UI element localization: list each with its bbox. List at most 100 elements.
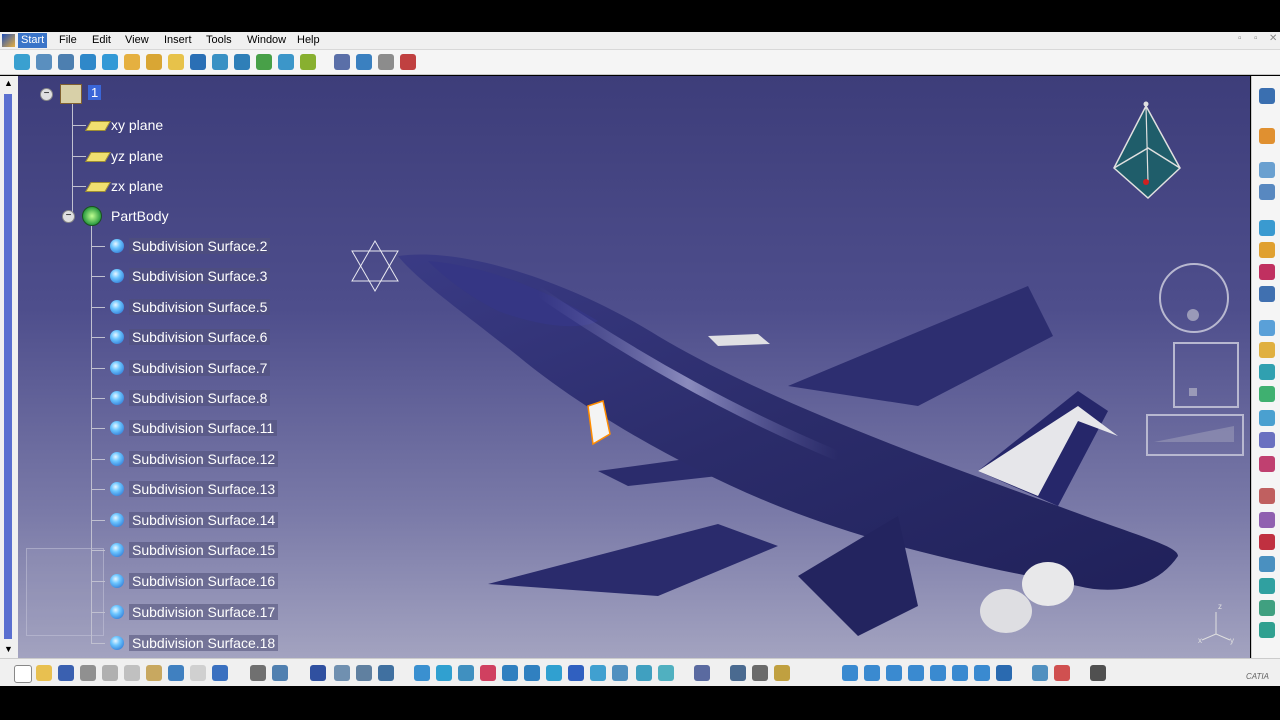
menu-edit[interactable]: Edit: [92, 34, 111, 46]
zoom-in-icon[interactable]: [502, 665, 518, 681]
zoom-widget-icon[interactable]: [1146, 414, 1244, 456]
pan-icon[interactable]: [458, 665, 474, 681]
collapse-root-icon[interactable]: −: [40, 88, 53, 101]
redo-icon[interactable]: [190, 665, 206, 681]
tree-item-surface[interactable]: Subdivision Surface.16: [129, 571, 279, 591]
scroll-down-icon[interactable]: ▼: [4, 644, 13, 654]
curve-icon[interactable]: [1259, 220, 1275, 236]
box-icon[interactable]: [36, 54, 52, 70]
open-file-icon[interactable]: [36, 665, 52, 681]
view-bottom-icon[interactable]: [952, 665, 968, 681]
tree-item-surface[interactable]: Subdivision Surface.14: [129, 510, 279, 530]
view-custom-icon[interactable]: [996, 665, 1012, 681]
formula-icon[interactable]: [250, 665, 266, 681]
menu-tools[interactable]: Tools: [206, 34, 232, 46]
face-icon[interactable]: [124, 54, 140, 70]
tree-item-surface[interactable]: Subdivision Surface.17: [129, 602, 279, 622]
vertex-icon[interactable]: [168, 54, 184, 70]
menu-window[interactable]: Window: [247, 34, 286, 46]
rotate-icon[interactable]: [480, 665, 496, 681]
analysis-icon[interactable]: [334, 54, 350, 70]
gear-tool-icon[interactable]: [1259, 488, 1275, 504]
texture-icon[interactable]: [1259, 556, 1275, 572]
paint-icon[interactable]: [1259, 456, 1275, 472]
cut-icon[interactable]: [102, 665, 118, 681]
paste-icon[interactable]: [146, 665, 162, 681]
fly-mode-icon[interactable]: [414, 665, 430, 681]
3d-viewport[interactable]: z x y − 1 xy plane yz plane zx plane − P…: [18, 76, 1250, 658]
stripes-icon[interactable]: [378, 54, 394, 70]
extrude-icon[interactable]: [256, 54, 272, 70]
tree-item-surface[interactable]: Subdivision Surface.13: [129, 479, 279, 499]
swap-space-icon[interactable]: [658, 665, 674, 681]
copy-icon[interactable]: [124, 665, 140, 681]
view-front-icon[interactable]: [842, 665, 858, 681]
highlight-icon[interactable]: [400, 54, 416, 70]
measure-between-icon[interactable]: [694, 665, 710, 681]
compass-tool-icon[interactable]: [1054, 665, 1070, 681]
view-top-icon[interactable]: [930, 665, 946, 681]
crease-icon[interactable]: [300, 54, 316, 70]
select-icon[interactable]: [1259, 88, 1275, 104]
menu-file[interactable]: File: [59, 34, 77, 46]
graph-icon[interactable]: [1259, 432, 1275, 448]
capture-icon[interactable]: [1090, 665, 1106, 681]
edge-icon[interactable]: [146, 54, 162, 70]
menu-insert[interactable]: Insert: [164, 34, 192, 46]
tree-item-partbody[interactable]: PartBody: [108, 206, 172, 226]
plane-tool-icon[interactable]: [1259, 162, 1275, 178]
axis-tool-icon[interactable]: [1259, 184, 1275, 200]
save-icon[interactable]: [58, 665, 74, 681]
light-icon[interactable]: [1259, 320, 1275, 336]
sketch-icon[interactable]: [14, 54, 30, 70]
fit-all-icon[interactable]: [436, 665, 452, 681]
view-iso-icon[interactable]: [974, 665, 990, 681]
view-back-icon[interactable]: [864, 665, 880, 681]
restore-button[interactable]: ▫: [1254, 33, 1258, 44]
tree-item-zx-plane[interactable]: zx plane: [108, 176, 166, 196]
scroll-up-icon[interactable]: ▲: [4, 78, 13, 88]
surface-tool-icon[interactable]: [1259, 386, 1275, 402]
scroll-thumb[interactable]: [4, 94, 12, 639]
help-icon[interactable]: [212, 665, 228, 681]
lock-icon[interactable]: [774, 665, 790, 681]
pointer-icon[interactable]: [1259, 128, 1275, 144]
collapse-partbody-icon[interactable]: −: [62, 210, 75, 223]
tree-item-xy-plane[interactable]: xy plane: [108, 115, 166, 135]
scene-icon[interactable]: [1259, 622, 1275, 638]
symmetry-icon[interactable]: [212, 54, 228, 70]
parameters-icon[interactable]: [356, 665, 372, 681]
snap-icon[interactable]: [1032, 665, 1048, 681]
tree-item-surface[interactable]: Subdivision Surface.12: [129, 449, 279, 469]
tree-item-yz-plane[interactable]: yz plane: [108, 146, 166, 166]
subdivide-icon[interactable]: [278, 54, 294, 70]
folder-icon[interactable]: [1259, 342, 1275, 358]
multi-view-icon[interactable]: [568, 665, 584, 681]
close-button[interactable]: ✕: [1269, 33, 1277, 44]
pan-widget-icon[interactable]: [1173, 342, 1239, 408]
tree-item-surface[interactable]: Subdivision Surface.3: [129, 266, 271, 286]
tree-item-surface[interactable]: Subdivision Surface.18: [129, 633, 279, 653]
mirror-icon[interactable]: [234, 54, 250, 70]
knowledge-icon[interactable]: [272, 665, 288, 681]
rotate-widget-icon[interactable]: [1159, 263, 1229, 333]
rules-icon[interactable]: [378, 665, 394, 681]
table-icon[interactable]: [310, 665, 326, 681]
normal-view-icon[interactable]: [546, 665, 562, 681]
cube-icon[interactable]: [1259, 264, 1275, 280]
curvature-icon[interactable]: [356, 54, 372, 70]
render-icon[interactable]: [1259, 578, 1275, 594]
menu-view[interactable]: View: [125, 34, 149, 46]
tree-item-surface[interactable]: Subdivision Surface.2: [129, 236, 271, 256]
tree-item-surface[interactable]: Subdivision Surface.7: [129, 358, 271, 378]
apply-material-icon[interactable]: [730, 665, 746, 681]
tree-item-surface[interactable]: Subdivision Surface.11: [129, 418, 278, 438]
sphere-icon[interactable]: [80, 54, 96, 70]
tree-root[interactable]: 1: [88, 83, 102, 103]
zoom-out-icon[interactable]: [524, 665, 540, 681]
link-icon[interactable]: [1259, 512, 1275, 528]
tree-scrollbar[interactable]: ▲ ▼: [0, 76, 19, 658]
pencil-icon[interactable]: [1259, 242, 1275, 258]
catia-start-icon[interactable]: [2, 34, 15, 47]
hide-show-icon[interactable]: [636, 665, 652, 681]
